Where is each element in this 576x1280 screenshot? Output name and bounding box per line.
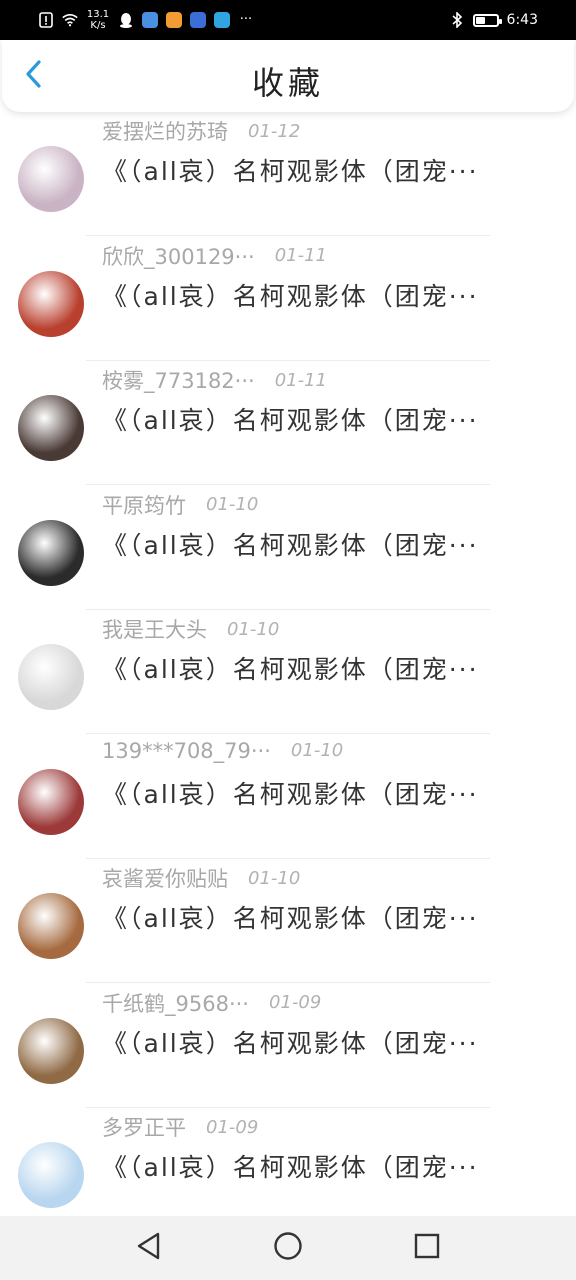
author-name[interactable]: 桉雾_773182··· — [102, 365, 255, 395]
author-name[interactable]: 多罗正平 — [102, 1112, 186, 1142]
item-meta: 139***708_79··· 01-10 — [102, 739, 343, 763]
speed-unit: K/s — [90, 20, 106, 31]
avatar[interactable] — [18, 146, 84, 212]
story-title[interactable]: 《（all哀）名柯观影体（团宠··· — [102, 152, 542, 188]
item-meta: 桉雾_773182··· 01-11 — [102, 365, 327, 395]
story-title[interactable]: 《（all哀）名柯观影体（团宠··· — [102, 526, 542, 562]
avatar[interactable] — [18, 893, 84, 959]
story-title[interactable]: 《（all哀）名柯观影体（团宠··· — [102, 1148, 542, 1184]
story-title[interactable]: 《（all哀）名柯观影体（团宠··· — [102, 401, 542, 437]
list-item[interactable]: 桉雾_773182··· 01-11 《（all哀）名柯观影体（团宠··· — [0, 361, 576, 485]
author-name[interactable]: 我是王大头 — [102, 614, 207, 644]
speed-value: 13.1 — [86, 9, 110, 20]
status-left: 13.1 K/s ··· — [38, 9, 254, 31]
list-item[interactable]: 我是王大头 01-10 《（all哀）名柯观影体（团宠··· — [0, 610, 576, 734]
qq-icon — [118, 12, 134, 28]
favorite-date: 01-10 — [248, 867, 301, 889]
story-title[interactable]: 《（all哀）名柯观影体（团宠··· — [102, 1024, 542, 1060]
avatar[interactable] — [18, 1142, 84, 1208]
nav-recents-button[interactable] — [407, 1228, 447, 1268]
favorite-date: 01-09 — [268, 992, 322, 1013]
sim-alert-icon — [38, 12, 54, 28]
home-circle-icon — [273, 1231, 303, 1265]
list-item[interactable]: 多罗正平 01-09 《（all哀）名柯观影体（团宠··· — [0, 1108, 576, 1216]
clock: 6:43 — [506, 12, 538, 28]
avatar[interactable] — [18, 768, 84, 835]
avatar[interactable] — [18, 644, 84, 710]
favorite-date: 01-10 — [290, 740, 344, 761]
favorite-date: 01-11 — [274, 245, 328, 266]
status-bar: 13.1 K/s ··· 6:43 — [0, 0, 576, 40]
more-dots-icon: ··· — [239, 12, 253, 27]
wifi-icon — [62, 12, 78, 28]
favorites-list: 爱摆烂的苏琦 01-12 《（all哀）名柯观影体（团宠··· 欣欣_300129··… — [0, 112, 576, 1216]
avatar[interactable] — [18, 270, 84, 337]
favorite-date: 01-12 — [248, 120, 301, 142]
story-title[interactable]: 《（all哀）名柯观影体（团宠··· — [102, 775, 542, 811]
favorite-date: 01-10 — [206, 494, 259, 515]
author-name[interactable]: 欣欣_300129··· — [102, 241, 255, 271]
item-meta: 我是王大头 01-10 — [102, 614, 279, 644]
list-item[interactable]: 欣欣_300129··· 01-11 《（all哀）名柯观影体（团宠··· — [0, 237, 576, 361]
battery-fill — [475, 16, 485, 24]
avatar[interactable] — [18, 395, 84, 461]
list-item[interactable]: 139***708_79··· 01-10 《（all哀）名柯观影体（团宠··· — [0, 735, 576, 859]
story-title[interactable]: 《（all哀）名柯观影体（团宠··· — [102, 899, 542, 935]
navigation-bar — [0, 1216, 576, 1280]
app-icon-bulb — [190, 12, 206, 28]
header: 收藏 — [2, 40, 574, 112]
app-icon-search — [214, 12, 230, 28]
item-meta: 哀酱爱你贴贴 01-10 — [102, 863, 300, 893]
story-title[interactable]: 《（all哀）名柯观影体（团宠··· — [102, 277, 542, 313]
author-name[interactable]: 哀酱爱你贴贴 — [102, 863, 228, 893]
favorite-date: 01-10 — [227, 618, 280, 640]
list-item[interactable]: 千纸鹤_9568··· 01-09 《（all哀）名柯观影体（团宠··· — [0, 984, 576, 1108]
item-meta: 爱摆烂的苏琦 01-12 — [102, 116, 300, 146]
item-meta: 平原筠竹 01-10 — [102, 490, 258, 520]
item-meta: 欣欣_300129··· 01-11 — [102, 241, 327, 271]
app-icon-orange — [166, 12, 182, 28]
author-name[interactable]: 139***708_79··· — [102, 739, 271, 763]
nav-back-button[interactable] — [129, 1228, 169, 1268]
favorite-date: 01-09 — [206, 1116, 259, 1138]
battery-icon — [472, 13, 502, 27]
favorite-date: 01-11 — [274, 369, 328, 391]
status-right: 6:43 — [449, 12, 538, 28]
avatar[interactable] — [18, 519, 84, 586]
page-title: 收藏 — [251, 64, 324, 102]
item-meta: 多罗正平 01-09 — [102, 1112, 258, 1142]
author-name[interactable]: 爱摆烂的苏琦 — [102, 116, 228, 146]
bluetooth-icon — [449, 12, 465, 28]
list-item[interactable]: 爱摆烂的苏琦 01-12 《（all哀）名柯观影体（团宠··· — [0, 112, 576, 236]
list-item[interactable]: 哀酱爱你贴贴 01-10 《（all哀）名柯观影体（团宠··· — [0, 859, 576, 983]
recents-square-icon — [413, 1232, 441, 1264]
list-item[interactable]: 平原筠竹 01-10 《（all哀）名柯观影体（团宠··· — [0, 486, 576, 610]
network-speed: 13.1 K/s — [86, 9, 110, 31]
app-icon-blue — [142, 12, 158, 28]
author-name[interactable]: 平原筠竹 — [102, 490, 186, 520]
avatar[interactable] — [18, 1017, 84, 1084]
author-name[interactable]: 千纸鹤_9568··· — [102, 988, 249, 1018]
back-triangle-icon — [136, 1232, 162, 1264]
item-meta: 千纸鹤_9568··· 01-09 — [102, 988, 321, 1018]
nav-home-button[interactable] — [268, 1228, 308, 1268]
story-title[interactable]: 《（all哀）名柯观影体（团宠··· — [102, 650, 542, 686]
